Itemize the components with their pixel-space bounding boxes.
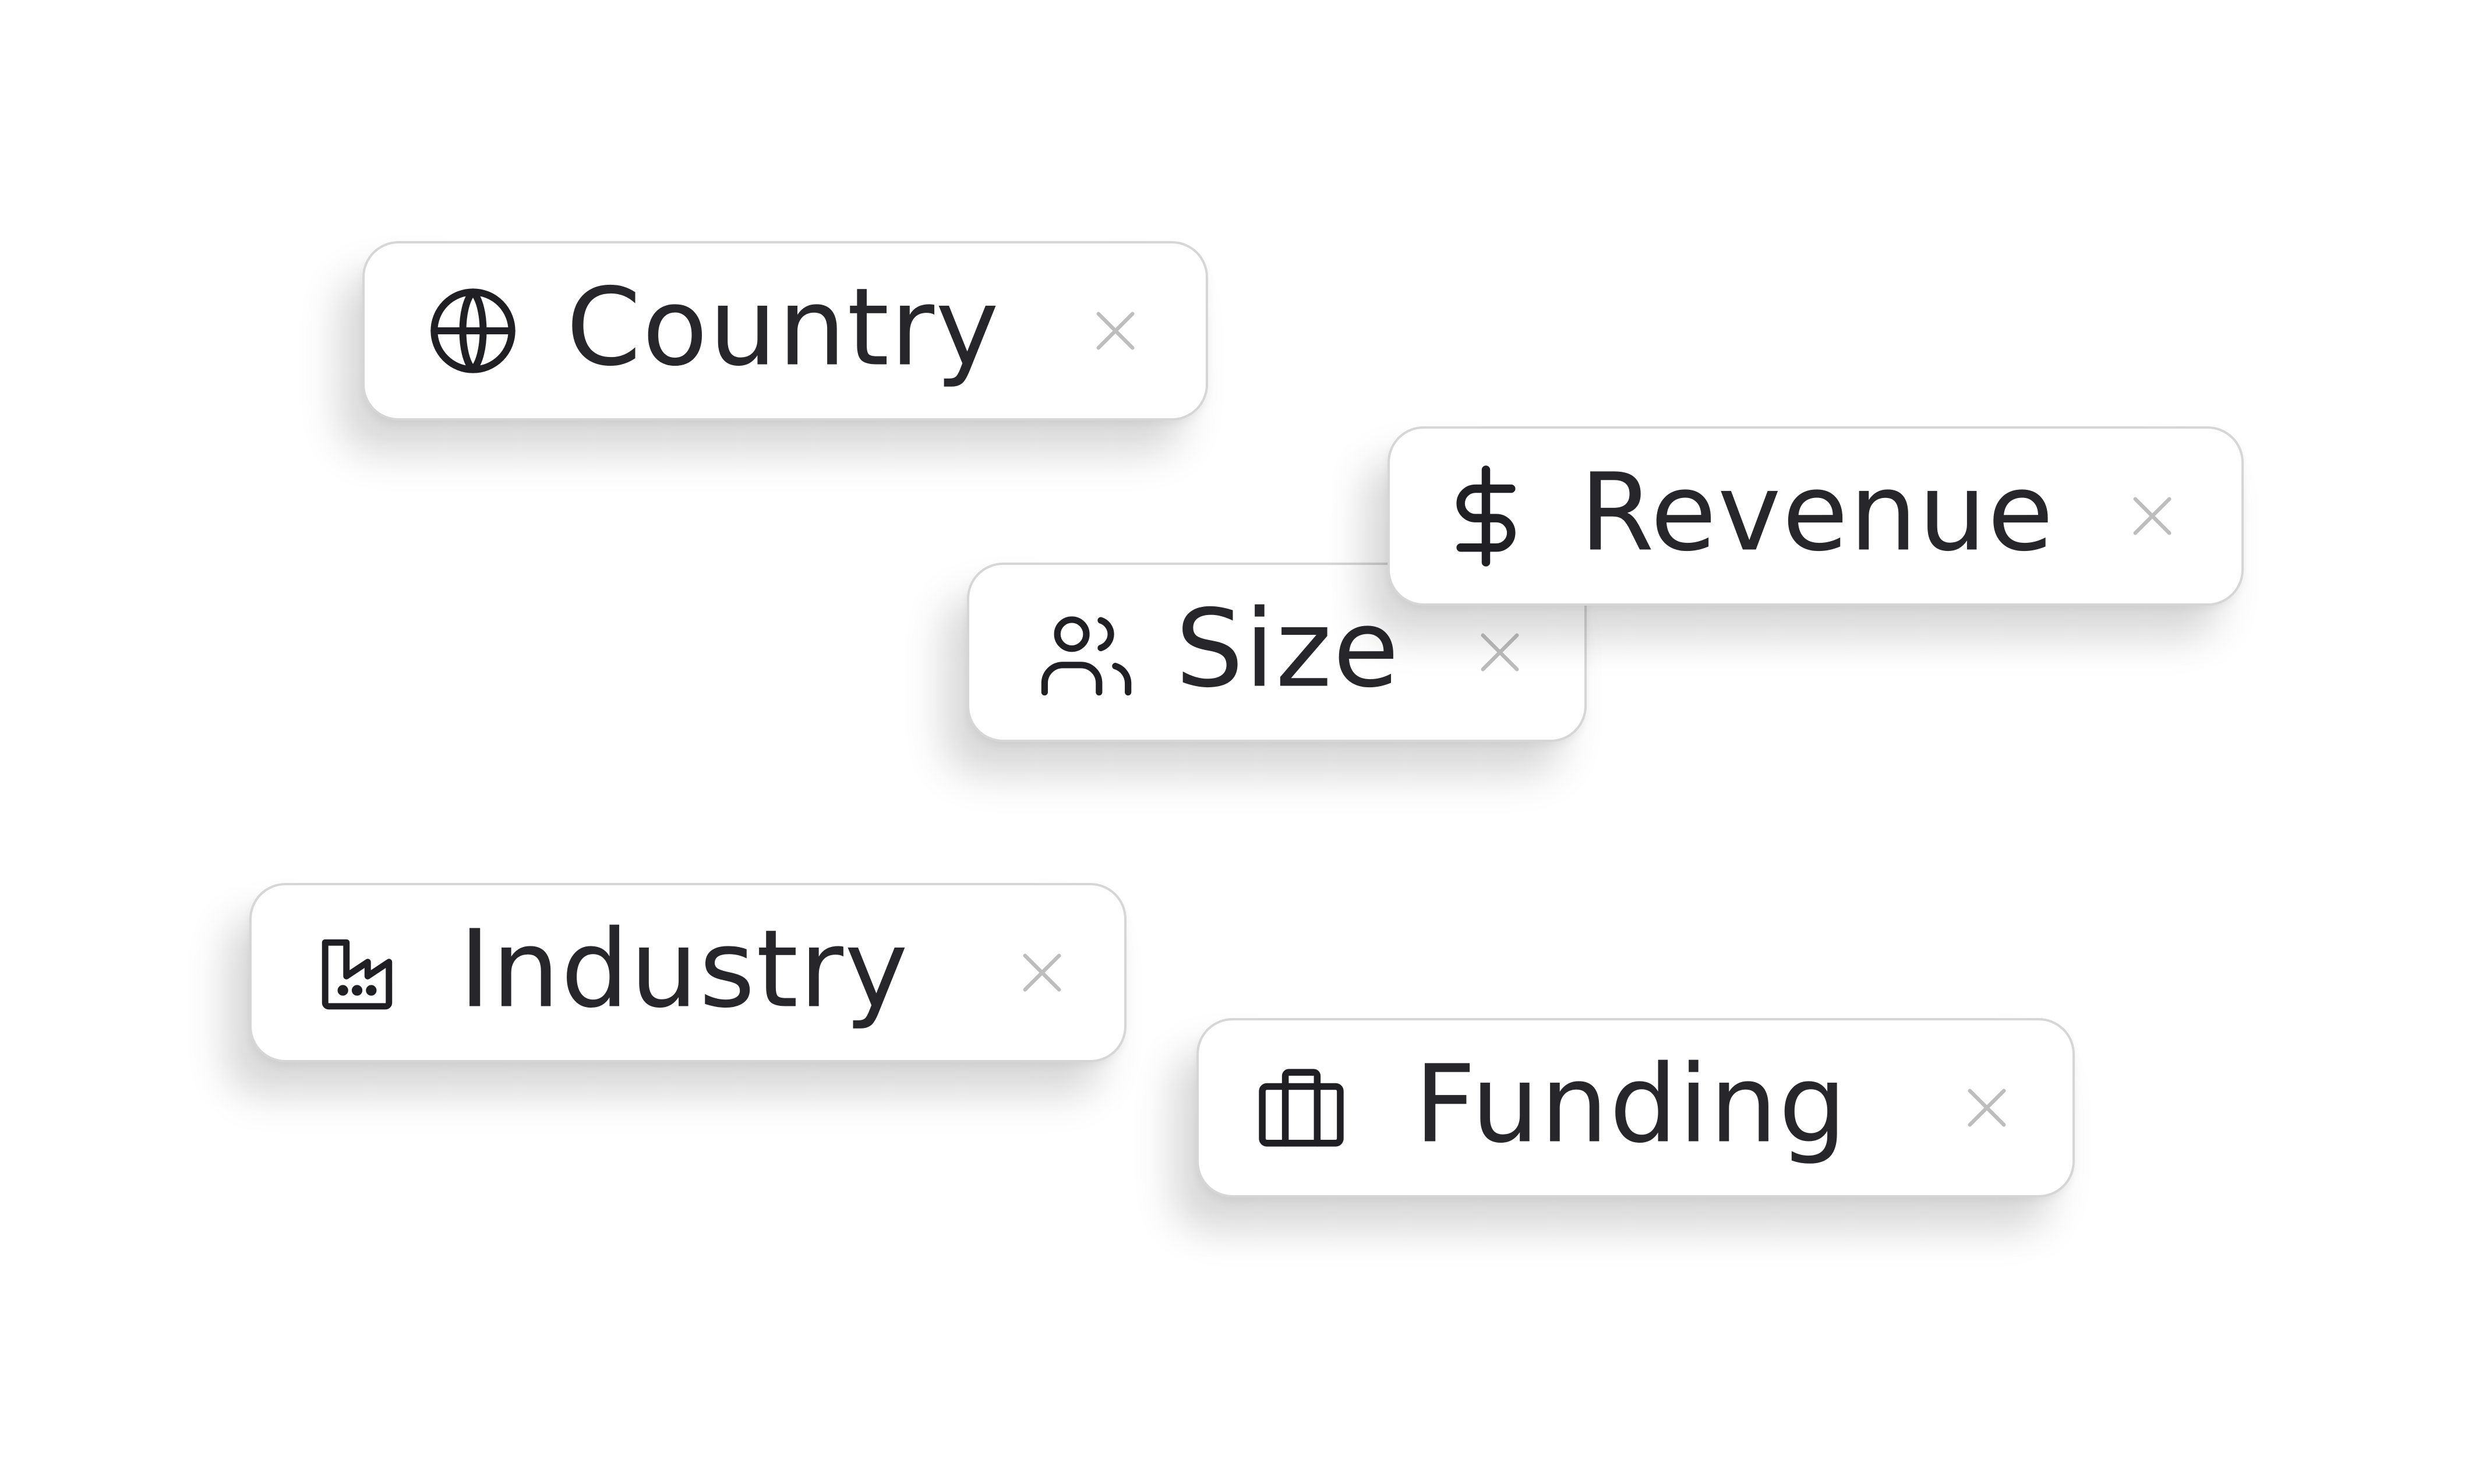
filter-chip-country[interactable]: Country [362,241,1208,421]
filter-chip-label: Country [566,265,1000,390]
close-icon[interactable] [2130,493,2175,539]
filter-chip-revenue[interactable]: Revenue [1387,426,2244,606]
globe-icon [426,284,520,377]
filter-chip-label: Industry [459,907,909,1032]
factory-icon [315,930,400,1015]
dollar-icon [1448,465,1524,567]
close-icon[interactable] [1477,630,1523,675]
users-icon [1039,609,1134,696]
close-icon[interactable] [1093,308,1138,354]
filter-chip-industry[interactable]: Industry [249,883,1127,1062]
briefcase-icon [1255,1065,1348,1150]
filter-chip-label: Funding [1414,1042,1848,1167]
close-icon[interactable] [1019,950,1065,995]
close-icon[interactable] [1964,1085,2010,1130]
filter-chip-label: Revenue [1580,450,2055,575]
filter-chip-funding[interactable]: Funding [1196,1018,2075,1197]
filter-chip-label: Size [1175,586,1400,712]
